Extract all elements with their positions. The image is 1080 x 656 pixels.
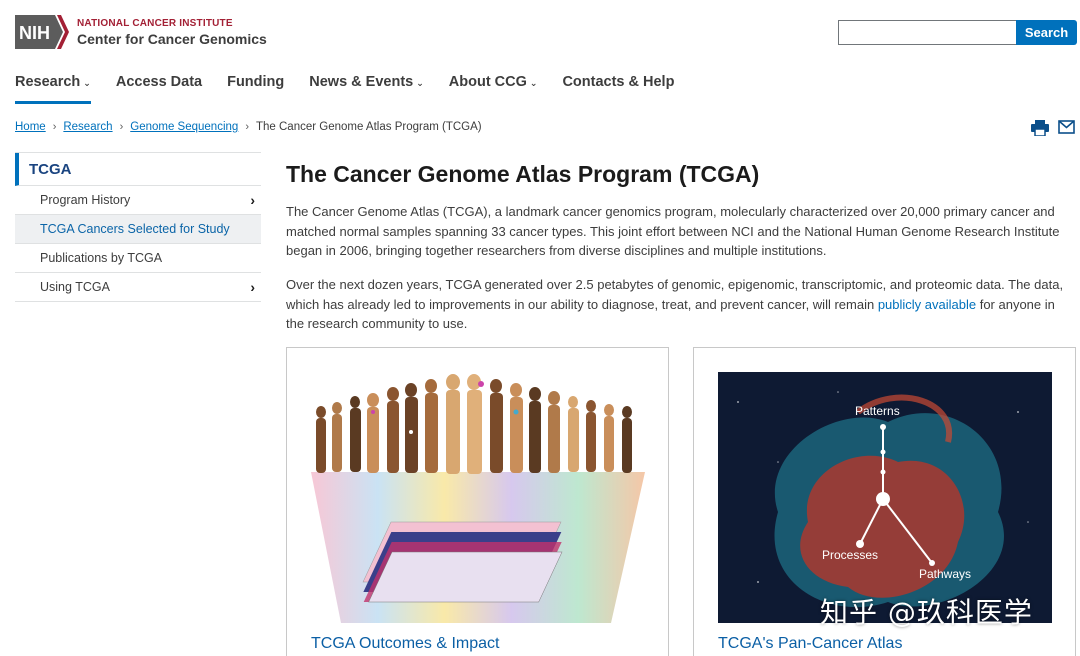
chevron-down-icon: ⌄ [416,78,424,88]
sidebar-item-cancers-selected[interactable]: TCGA Cancers Selected for Study [15,215,261,244]
search-input[interactable] [838,20,1016,45]
chevron-right-icon[interactable]: › [250,192,255,208]
nav-contacts-help[interactable]: Contacts & Help [562,74,674,104]
org-name-top: NATIONAL CANCER INSTITUTE [77,17,233,29]
main-nav: Research ⌄ Access Data Funding News & Eve… [15,74,699,104]
breadcrumb-current: The Cancer Genome Atlas Program (TCGA) [255,121,482,133]
breadcrumb-separator: › [245,121,249,133]
svg-text:Processes: Processes [822,548,878,562]
page-title: The Cancer Genome Atlas Program (TCGA) [286,161,760,187]
site-search: Search [838,20,1077,45]
page-utilities [1031,120,1080,141]
svg-text:Patterns: Patterns [855,404,900,418]
card-title-outcomes[interactable]: TCGA Outcomes & Impact [311,635,500,653]
intro-paragraph: The Cancer Genome Atlas (TCGA), a landma… [286,204,1060,258]
print-icon[interactable] [1031,120,1049,141]
breadcrumb-research[interactable]: Research [63,121,112,133]
nav-research[interactable]: Research ⌄ [15,74,91,104]
section-sidebar: TCGA Program History › TCGA Cancers Selec… [15,152,261,302]
card-outcomes-impact[interactable]: TCGA Outcomes & Impact [286,347,669,656]
svg-text:NIH: NIH [19,23,50,43]
nav-funding[interactable]: Funding [227,74,284,104]
zhihu-watermark: 知乎 @玖科医学 [820,596,1033,629]
org-name-bottom: Center for Cancer Genomics [77,30,267,47]
breadcrumb-home[interactable]: Home [15,121,46,133]
breadcrumb-genome-sequencing[interactable]: Genome Sequencing [130,121,238,133]
breadcrumb: Home › Research › Genome Sequencing › Th… [15,121,482,133]
pan-cancer-atlas-image[interactable]: Patterns Processes Pathways [718,372,1052,623]
nci-logo[interactable]: NIH NATIONAL CANCER INSTITUTE Center for… [15,15,267,49]
sidebar-item-program-history[interactable]: Program History › [15,186,261,215]
email-icon[interactable] [1058,120,1075,141]
sidebar-item-publications[interactable]: Publications by TCGA [15,244,261,273]
search-button[interactable]: Search [1016,20,1077,45]
diverse-people-data-image[interactable] [311,372,645,623]
publicly-available-link[interactable]: publicly available [878,297,976,312]
nih-logo-icon: NIH [15,15,69,49]
svg-text:Pathways: Pathways [919,567,971,581]
card-title-pan-cancer[interactable]: TCGA's Pan-Cancer Atlas [718,635,902,653]
breadcrumb-separator: › [52,121,57,133]
sidebar-heading-tcga[interactable]: TCGA [15,153,261,186]
breadcrumb-separator: › [119,121,124,133]
nav-access-data[interactable]: Access Data [116,74,202,104]
sidebar-item-using-tcga[interactable]: Using TCGA › [15,273,261,302]
data-paragraph: Over the next dozen years, TCGA generate… [286,277,1064,331]
chevron-down-icon: ⌄ [83,78,91,88]
nav-news-events[interactable]: News & Events ⌄ [309,74,424,104]
chevron-right-icon[interactable]: › [250,279,255,295]
nav-about-ccg[interactable]: About CCG ⌄ [449,74,538,104]
chevron-down-icon: ⌄ [529,78,538,88]
